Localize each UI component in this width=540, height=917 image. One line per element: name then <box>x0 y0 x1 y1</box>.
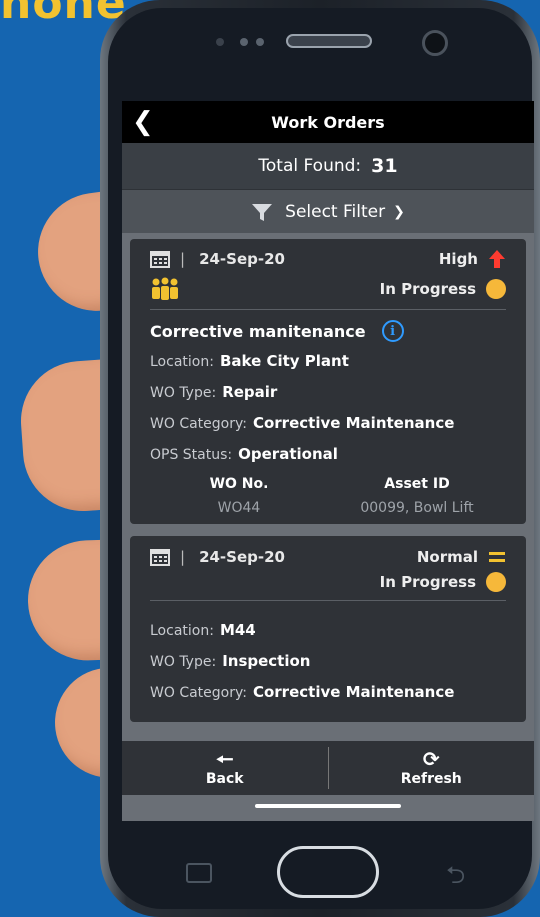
status-dot-icon <box>486 279 506 299</box>
refresh-button-label: Refresh <box>400 771 462 787</box>
total-found-value: 31 <box>371 155 398 177</box>
wo-type-field: WO Type: Inspection <box>150 652 506 670</box>
priority-label: Normal <box>416 548 478 566</box>
priority-label: High <box>438 250 478 268</box>
refresh-button[interactable]: ⟳ Refresh <box>329 741 535 795</box>
location-label: Location: <box>150 354 214 370</box>
asset-id-header: Asset ID <box>384 476 450 492</box>
card-divider <box>150 600 506 601</box>
recent-apps-key[interactable] <box>186 863 212 883</box>
wo-type-label: WO Type: <box>150 385 217 401</box>
wo-asset-table: WO No. WO44 Asset ID 00099, Bowl Lift <box>150 476 506 516</box>
wo-no-value: WO44 <box>217 500 261 516</box>
funnel-icon <box>252 203 273 221</box>
chevron-down-icon: ❯ <box>393 203 405 220</box>
bottom-action-bar: 🠔 Back ⟳ Refresh <box>122 741 534 795</box>
ops-status-value: Operational <box>238 445 338 463</box>
total-found: Total Found: 31 <box>122 143 534 189</box>
total-found-label: Total Found: <box>258 156 362 176</box>
location-field: Location: M44 <box>150 621 506 639</box>
work-order-date: 24-Sep-20 <box>199 250 285 268</box>
wo-type-value: Repair <box>222 383 278 401</box>
location-value: M44 <box>219 621 256 639</box>
asset-id-value: 00099, Bowl Lift <box>360 500 474 516</box>
wo-type-label: WO Type: <box>150 654 217 670</box>
calendar-icon <box>150 549 170 566</box>
wo-no-header: WO No. <box>209 476 269 492</box>
back-button-label: Back <box>205 771 244 787</box>
arrow-up-icon <box>489 250 505 268</box>
earpiece-speaker <box>286 34 372 48</box>
info-icon[interactable]: i <box>381 320 404 342</box>
wo-category-value: Corrective Maintenance <box>252 414 455 432</box>
status-dot-icon <box>486 572 506 592</box>
wo-type-value: Inspection <box>222 652 311 670</box>
home-button[interactable] <box>277 846 379 898</box>
date-separator: | <box>180 250 186 268</box>
location-field: Location: Bake City Plant <box>150 352 506 370</box>
back-button[interactable]: 🠔 Back <box>122 741 328 795</box>
team-icon <box>152 277 178 300</box>
select-filter-label: Select Filter <box>285 201 386 222</box>
calendar-icon <box>150 251 170 268</box>
work-order-card[interactable]: | 24-Sep-20 High In Progress Corrective … <box>130 239 526 524</box>
equals-icon <box>489 552 505 562</box>
page-title: Work Orders <box>271 112 385 132</box>
select-filter-button[interactable]: Select Filter ❯ <box>122 189 534 233</box>
location-label: Location: <box>150 623 214 639</box>
location-value: Bake City Plant <box>219 352 349 370</box>
wo-category-label: WO Category: <box>150 416 247 432</box>
status-label: In Progress <box>379 573 476 591</box>
arrow-left-icon: 🠔 <box>216 747 234 771</box>
card-divider <box>150 309 506 310</box>
wo-category-field: WO Category: Corrective Maintenance <box>150 414 506 432</box>
gesture-area <box>122 795 534 821</box>
wo-type-field: WO Type: Repair <box>150 383 506 401</box>
sensor-dot <box>216 38 224 46</box>
sensor-dot <box>240 38 248 46</box>
date-separator: | <box>180 548 186 566</box>
title-bar: ❮ Work Orders <box>122 101 534 143</box>
work-order-subject: Corrective manitenance <box>150 321 366 341</box>
hardware-back-icon[interactable]: ⮌ <box>446 858 465 899</box>
work-order-card[interactable]: | 24-Sep-20 Normal In Progress Location:… <box>130 536 526 722</box>
refresh-icon: ⟳ <box>422 747 440 771</box>
app-screen: ❮ Work Orders Total Found: 31 Select Fil… <box>122 101 534 821</box>
sensor-dot <box>256 38 264 46</box>
status-label: In Progress <box>379 280 476 298</box>
work-order-list: | 24-Sep-20 High In Progress Corrective … <box>122 233 534 722</box>
front-camera <box>422 30 448 56</box>
wo-category-field: WO Category: Corrective Maintenance <box>150 683 506 701</box>
back-chevron-icon[interactable]: ❮ <box>132 107 154 137</box>
ops-status-label: OPS Status: <box>150 447 233 463</box>
work-order-date: 24-Sep-20 <box>199 548 285 566</box>
home-indicator[interactable] <box>255 804 401 808</box>
ops-status-field: OPS Status: Operational <box>150 445 506 463</box>
wo-category-value: Corrective Maintenance <box>252 683 455 701</box>
wo-category-label: WO Category: <box>150 685 247 701</box>
